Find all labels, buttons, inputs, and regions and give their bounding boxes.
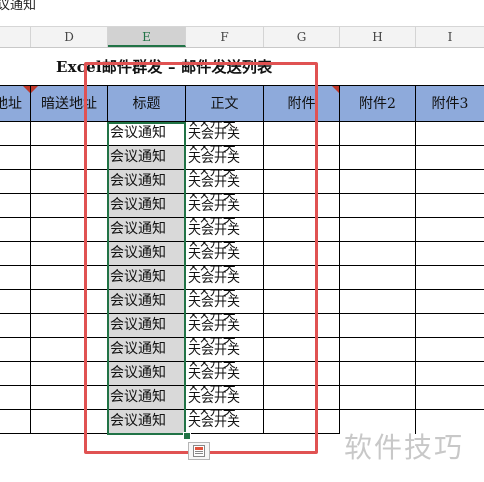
empty-cell[interactable]	[416, 218, 484, 242]
header-attachment3-label: 附件3	[431, 96, 469, 112]
column-header-f[interactable]: F	[186, 27, 264, 47]
empty-cell[interactable]	[0, 218, 31, 242]
highlight-annotation-box	[84, 62, 318, 454]
empty-cell[interactable]	[0, 122, 31, 146]
formula-bar[interactable]: 议通知	[0, 0, 484, 13]
header-address[interactable]: 地址	[0, 85, 31, 122]
empty-cell[interactable]	[416, 386, 484, 410]
empty-cell[interactable]	[340, 362, 416, 386]
empty-cell[interactable]	[0, 170, 31, 194]
empty-cell[interactable]	[416, 194, 484, 218]
empty-cell[interactable]	[416, 314, 484, 338]
empty-cell[interactable]	[416, 122, 484, 146]
empty-cell[interactable]	[416, 290, 484, 314]
empty-cell[interactable]	[0, 386, 31, 410]
empty-cell[interactable]	[340, 218, 416, 242]
header-attachment3[interactable]: 附件3	[416, 85, 484, 122]
header-attachment2[interactable]: 附件2	[340, 85, 416, 122]
empty-cell[interactable]	[340, 266, 416, 290]
empty-cell[interactable]	[340, 386, 416, 410]
empty-cell[interactable]	[416, 338, 484, 362]
empty-cell[interactable]	[0, 314, 31, 338]
column-header-c[interactable]	[0, 27, 31, 47]
empty-cell[interactable]	[340, 146, 416, 170]
comment-indicator-icon	[23, 86, 30, 93]
quick-analysis-button[interactable]	[188, 442, 210, 460]
formula-bar-value: 议通知	[0, 0, 37, 13]
empty-cell[interactable]	[0, 146, 31, 170]
watermark-text: 软件技巧	[344, 431, 465, 464]
empty-cell[interactable]	[0, 338, 31, 362]
column-header-g[interactable]: G	[264, 27, 340, 47]
empty-cell[interactable]	[340, 194, 416, 218]
empty-cell[interactable]	[340, 242, 416, 266]
empty-cell[interactable]	[340, 338, 416, 362]
header-address-label: 地址	[0, 96, 22, 112]
empty-cell[interactable]	[340, 290, 416, 314]
column-header-e[interactable]: E	[108, 27, 186, 47]
empty-cell[interactable]	[340, 170, 416, 194]
empty-cell[interactable]	[0, 362, 31, 386]
empty-cell[interactable]	[0, 410, 31, 434]
comment-indicator-icon	[332, 86, 339, 93]
comment-indicator-icon	[31, 86, 38, 93]
header-attachment2-label: 附件2	[359, 96, 396, 112]
column-header-i[interactable]: I	[416, 27, 484, 47]
empty-cell[interactable]	[0, 266, 31, 290]
column-header-row: D E F G H I	[0, 26, 484, 48]
empty-cell[interactable]	[416, 146, 484, 170]
empty-cell[interactable]	[416, 362, 484, 386]
empty-cell[interactable]	[0, 242, 31, 266]
empty-cell[interactable]	[340, 314, 416, 338]
empty-cell[interactable]	[416, 170, 484, 194]
column-header-d[interactable]: D	[31, 27, 108, 47]
empty-cell[interactable]	[0, 194, 31, 218]
empty-cell[interactable]	[416, 266, 484, 290]
empty-cell[interactable]	[0, 290, 31, 314]
empty-cell[interactable]	[340, 122, 416, 146]
column-header-h[interactable]: H	[340, 27, 416, 47]
empty-cell[interactable]	[416, 242, 484, 266]
quick-analysis-icon	[193, 445, 205, 457]
